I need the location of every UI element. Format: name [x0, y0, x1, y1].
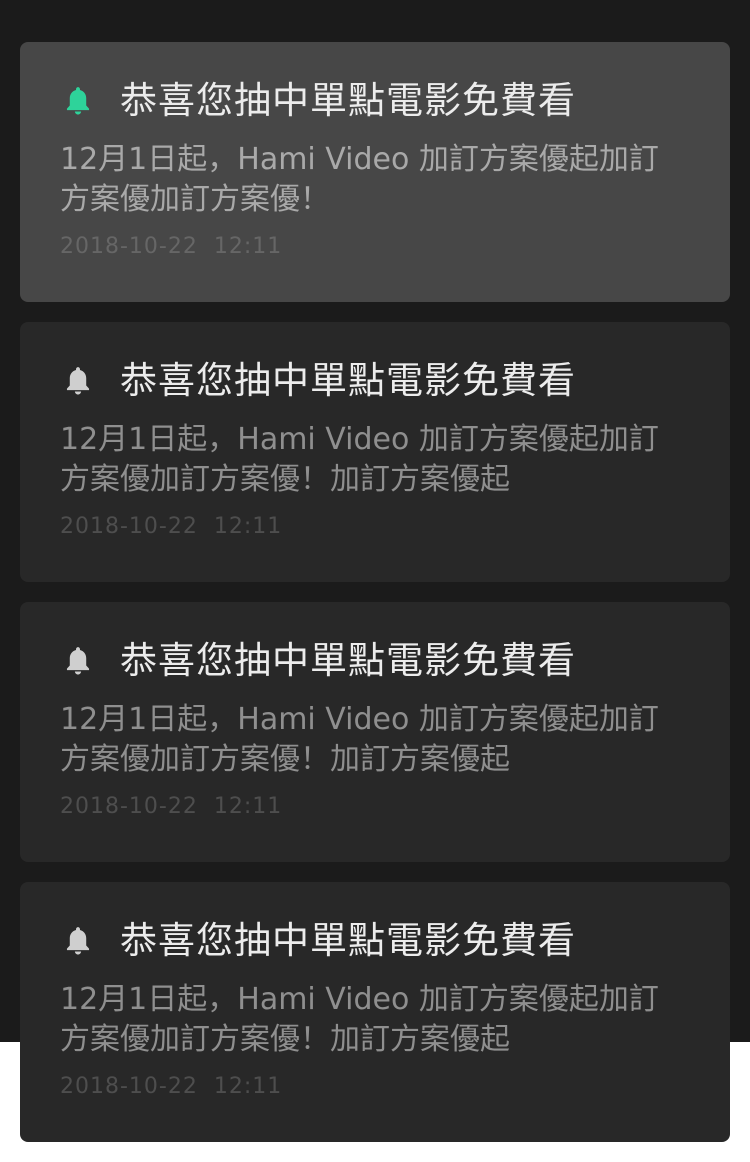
- notification-body: 12月1日起，Hami Video 加訂方案優起加訂方案優加訂方案優！加訂方案優…: [60, 702, 659, 777]
- bell-icon: [60, 363, 96, 399]
- bell-icon: [60, 83, 96, 119]
- bell-icon: [60, 923, 96, 959]
- notification-title: 恭喜您抽中單點電影免費看: [120, 639, 576, 682]
- notification-header: 恭喜您抽中單點電影免費看: [60, 358, 730, 404]
- notification-title: 恭喜您抽中單點電影免費看: [120, 919, 576, 962]
- notification-card[interactable]: 恭喜您抽中單點電影免費看 12月1日起，Hami Video 加訂方案優起加訂方…: [20, 322, 730, 582]
- notification-card[interactable]: 恭喜您抽中單點電影免費看 12月1日起，Hami Video 加訂方案優起加訂方…: [20, 42, 730, 302]
- notification-header: 恭喜您抽中單點電影免費看: [60, 638, 730, 684]
- notification-header: 恭喜您抽中單點電影免費看: [60, 918, 730, 964]
- notification-list: 恭喜您抽中單點電影免費看 12月1日起，Hami Video 加訂方案優起加訂方…: [20, 42, 730, 1162]
- notification-card[interactable]: 恭喜您抽中單點電影免費看 12月1日起，Hami Video 加訂方案優起加訂方…: [20, 882, 730, 1142]
- notification-timestamp: 2018-10-22 12:11: [60, 794, 283, 819]
- notification-title: 恭喜您抽中單點電影免費看: [120, 79, 576, 122]
- notification-body: 12月1日起，Hami Video 加訂方案優起加訂方案優加訂方案優！: [60, 142, 659, 217]
- notification-timestamp: 2018-10-22 12:11: [60, 234, 283, 259]
- notification-title: 恭喜您抽中單點電影免費看: [120, 359, 576, 402]
- notification-card[interactable]: 恭喜您抽中單點電影免費看 12月1日起，Hami Video 加訂方案優起加訂方…: [20, 602, 730, 862]
- notification-timestamp: 2018-10-22 12:11: [60, 514, 283, 539]
- bell-icon: [60, 643, 96, 679]
- notification-body: 12月1日起，Hami Video 加訂方案優起加訂方案優加訂方案優！加訂方案優…: [60, 982, 659, 1057]
- notification-body: 12月1日起，Hami Video 加訂方案優起加訂方案優加訂方案優！加訂方案優…: [60, 422, 659, 497]
- notification-header: 恭喜您抽中單點電影免費看: [60, 78, 730, 124]
- notification-timestamp: 2018-10-22 12:11: [60, 1074, 283, 1099]
